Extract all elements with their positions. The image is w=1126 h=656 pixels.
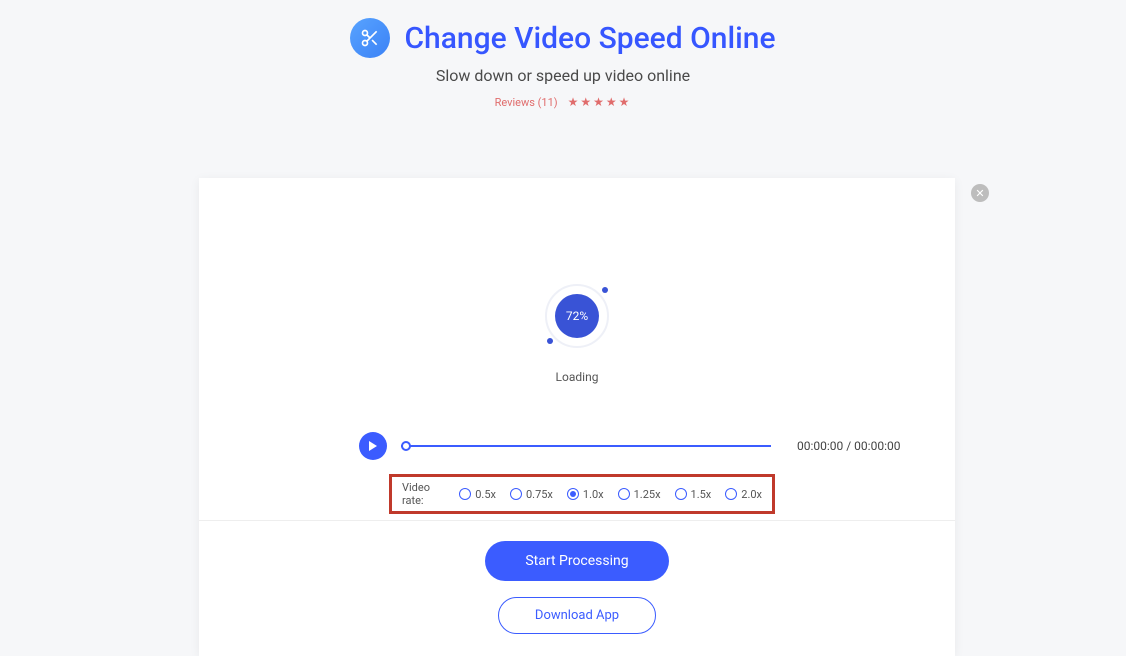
player-controls: 00:00:00 / 00:00:00	[359, 432, 931, 460]
loading-spinner: 72%	[545, 284, 609, 348]
play-button[interactable]	[359, 432, 387, 460]
brand-row: Change Video Speed Online	[350, 18, 775, 58]
rate-option-2.0x[interactable]: 2.0x	[725, 488, 762, 501]
rate-option-label: 1.0x	[583, 488, 604, 501]
editor-panel: ✕ 72% Loading 00:00:00 / 00:00:00 Video …	[199, 178, 955, 656]
radio-icon	[725, 488, 737, 500]
rate-option-1.25x[interactable]: 1.25x	[618, 488, 661, 501]
rate-option-label: 0.75x	[526, 488, 553, 501]
seek-handle[interactable]	[401, 441, 411, 451]
page-subtitle: Slow down or speed up video online	[0, 66, 1126, 85]
close-icon[interactable]: ✕	[971, 184, 989, 202]
rate-option-1.0x[interactable]: 1.0x	[567, 488, 604, 501]
reviews-link[interactable]: Reviews (11)	[495, 96, 558, 109]
time-display: 00:00:00 / 00:00:00	[797, 439, 900, 453]
rate-label: Video rate:	[402, 481, 445, 507]
page-title: Change Video Speed Online	[404, 21, 775, 56]
download-app-button[interactable]: Download App	[498, 597, 656, 634]
scissors-icon	[350, 18, 390, 58]
radio-icon	[567, 488, 579, 500]
radio-icon	[675, 488, 687, 500]
rate-option-0.75x[interactable]: 0.75x	[510, 488, 553, 501]
seek-slider[interactable]	[401, 445, 771, 447]
loading-label: Loading	[556, 370, 599, 384]
start-processing-button[interactable]: Start Processing	[485, 541, 668, 581]
rate-option-0.5x[interactable]: 0.5x	[459, 488, 496, 501]
page-header: Change Video Speed Online Slow down or s…	[0, 0, 1126, 110]
radio-icon	[510, 488, 522, 500]
video-rate-highlight: Video rate: 0.5x 0.75x 1.0x 1.25x 1.5x 2.0x	[389, 474, 775, 514]
rate-option-label: 0.5x	[475, 488, 496, 501]
rate-option-1.5x[interactable]: 1.5x	[675, 488, 712, 501]
rate-option-label: 1.5x	[691, 488, 712, 501]
reviews-row: Reviews (11) ★★★★★	[495, 95, 632, 109]
rate-option-label: 2.0x	[741, 488, 762, 501]
progress-percent: 72%	[555, 294, 599, 338]
action-bar: Start Processing Download App	[199, 520, 955, 656]
radio-icon	[459, 488, 471, 500]
rate-options: 0.5x 0.75x 1.0x 1.25x 1.5x 2.0x	[459, 488, 762, 501]
star-rating-icon: ★★★★★	[568, 95, 632, 109]
radio-icon	[618, 488, 630, 500]
rate-option-label: 1.25x	[634, 488, 661, 501]
preview-area: 72% Loading 00:00:00 / 00:00:00 Video ra…	[199, 178, 955, 520]
